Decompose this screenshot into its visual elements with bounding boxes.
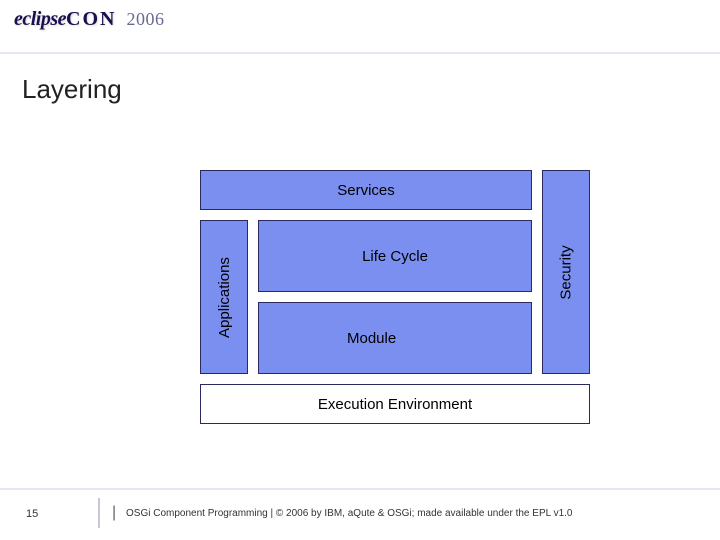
header-divider <box>0 52 720 54</box>
logo-text: eclipse <box>14 8 66 30</box>
layer-applications-label: Applications <box>216 257 233 338</box>
layer-services: Services <box>200 170 532 210</box>
layer-services-label: Services <box>337 182 395 199</box>
page-title: Layering <box>22 74 122 105</box>
layer-execution-environment: Execution Environment <box>200 384 590 424</box>
layer-security: Security <box>542 170 590 374</box>
layering-diagram: Services Applications Life Cycle Module … <box>170 170 590 460</box>
layer-lifecycle: Life Cycle <box>258 220 532 292</box>
layer-applications: Applications <box>200 220 248 374</box>
logo-mark: eclipseCON <box>14 8 116 31</box>
conference-logo: eclipseCON 2006 <box>14 8 706 31</box>
layer-lifecycle-label: Life Cycle <box>362 248 428 265</box>
footer-separator <box>98 498 100 528</box>
footer-copyright: OSGi Component Programming | © 2006 by I… <box>126 508 572 519</box>
logo-suffix: CON <box>66 8 116 30</box>
page-number: 15 <box>26 508 38 520</box>
footer-pipe-icon: | <box>112 504 116 522</box>
layer-module: Module <box>258 302 532 374</box>
layer-module-label: Module <box>347 330 396 347</box>
header: eclipseCON 2006 <box>0 0 720 56</box>
logo-year: 2006 <box>126 9 164 30</box>
layer-execenv-label: Execution Environment <box>318 396 472 413</box>
footer: 15 | OSGi Component Programming | © 2006… <box>0 488 720 540</box>
layer-security-label: Security <box>558 245 575 299</box>
